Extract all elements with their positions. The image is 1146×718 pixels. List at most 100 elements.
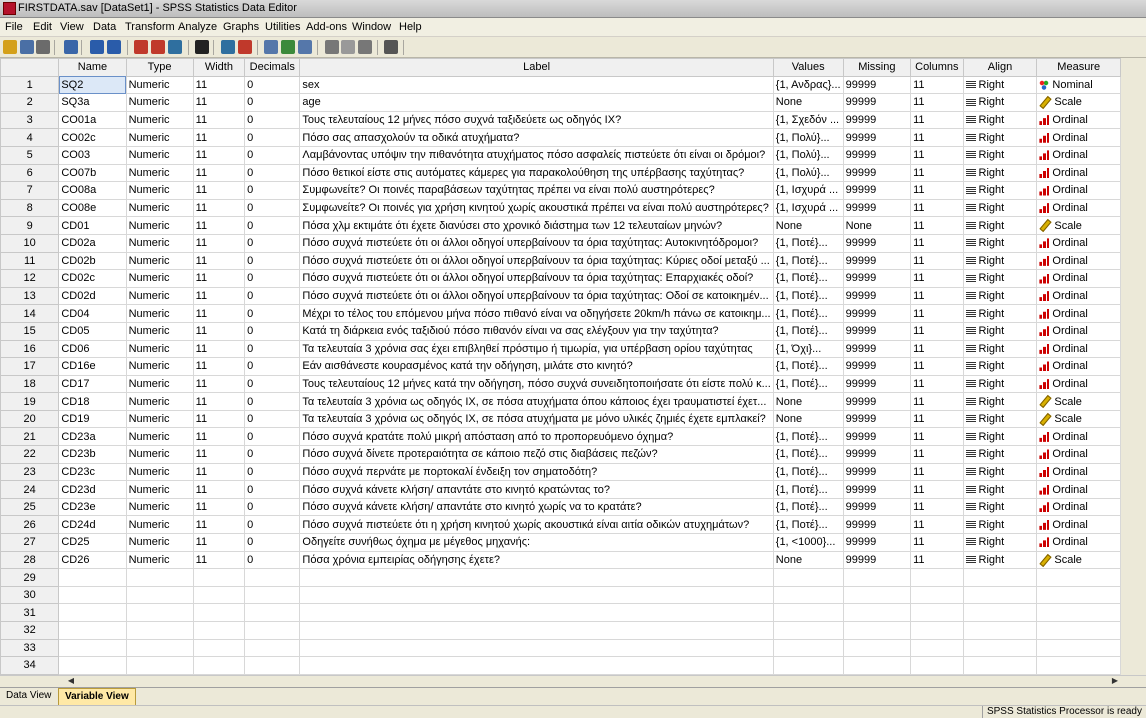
cell-decimals[interactable]: 0	[244, 304, 301, 323]
cell-name[interactable]: SQ3a	[58, 93, 127, 112]
cell-values[interactable]: None	[772, 550, 844, 570]
save-icon[interactable]	[20, 40, 34, 54]
cell-measure[interactable]: Ordinal	[1036, 304, 1121, 323]
cell-name[interactable]: CD02d	[58, 286, 127, 306]
empty-cell[interactable]	[58, 585, 127, 605]
cell-measure[interactable]: Scale	[1036, 409, 1121, 429]
row-header[interactable]: 30	[0, 585, 60, 605]
cell-columns[interactable]: 11	[910, 181, 964, 200]
cell-columns[interactable]: 11	[910, 357, 964, 376]
cell-width[interactable]: 11	[192, 304, 246, 323]
empty-cell[interactable]	[1036, 621, 1121, 640]
cell-align[interactable]: Right	[962, 480, 1038, 499]
cell-values[interactable]: None	[772, 93, 844, 112]
cell-type[interactable]: Numeric	[125, 251, 194, 271]
cell-align[interactable]: Right	[962, 374, 1038, 394]
empty-cell[interactable]	[910, 585, 964, 605]
cell-align[interactable]: Right	[962, 145, 1038, 165]
goto-case-icon[interactable]	[134, 40, 148, 54]
row-header[interactable]: 5	[0, 145, 60, 165]
cell-align[interactable]: Right	[962, 251, 1038, 271]
cell-align[interactable]: Right	[962, 181, 1038, 200]
cell-decimals[interactable]: 0	[244, 128, 301, 147]
cell-missing[interactable]: 99999	[842, 198, 912, 218]
cell-values[interactable]: None	[772, 216, 844, 235]
empty-cell[interactable]	[1036, 656, 1121, 675]
cell-type[interactable]: Numeric	[125, 198, 194, 218]
empty-cell[interactable]	[58, 603, 127, 622]
cell-values[interactable]: {1, Ποτέ}...	[772, 357, 844, 376]
cell-name[interactable]: CD05	[58, 321, 127, 341]
cell-measure[interactable]: Scale	[1036, 93, 1121, 112]
cell-decimals[interactable]: 0	[244, 321, 301, 341]
cell-columns[interactable]: 11	[910, 286, 964, 306]
cell-decimals[interactable]: 0	[244, 110, 301, 130]
row-header[interactable]: 29	[0, 568, 60, 587]
cell-align[interactable]: Right	[962, 75, 1038, 95]
menu-graphs[interactable]: Graphs	[223, 21, 259, 33]
column-header-name[interactable]: Name	[58, 58, 127, 77]
menu-file[interactable]: File	[5, 21, 23, 33]
cell-values[interactable]: {1, Ποτέ}...	[772, 304, 844, 323]
empty-cell[interactable]	[244, 656, 301, 675]
cell-align[interactable]: Right	[962, 198, 1038, 218]
cell-type[interactable]: Numeric	[125, 269, 194, 288]
insert-variable-icon[interactable]	[238, 40, 252, 54]
cell-decimals[interactable]: 0	[244, 93, 301, 112]
cell-decimals[interactable]: 0	[244, 409, 301, 429]
cell-width[interactable]: 11	[192, 145, 246, 165]
cell-align[interactable]: Right	[962, 128, 1038, 147]
row-header[interactable]: 14	[0, 304, 60, 323]
select-cases-icon[interactable]	[298, 40, 312, 54]
dialog-recall-icon[interactable]	[64, 40, 78, 54]
cell-missing[interactable]: 99999	[842, 110, 912, 130]
empty-cell[interactable]	[1036, 568, 1121, 587]
cell-label[interactable]: Τα τελευταία 3 χρόνια ως οδηγός IX, σε π…	[299, 392, 774, 411]
cell-measure[interactable]: Ordinal	[1036, 321, 1121, 341]
empty-cell[interactable]	[58, 638, 127, 658]
cell-label[interactable]: Πόσο συχνά πιστεύετε ότι η χρήση κινητού…	[299, 515, 774, 535]
cell-measure[interactable]: Ordinal	[1036, 339, 1121, 359]
cell-align[interactable]: Right	[962, 497, 1038, 517]
cell-align[interactable]: Right	[962, 462, 1038, 482]
cell-label[interactable]: Πόσο συχνά πιστεύετε ότι οι άλλοι οδηγοί…	[299, 286, 774, 306]
cell-measure[interactable]: Ordinal	[1036, 163, 1121, 183]
row-header[interactable]: 15	[0, 321, 60, 341]
cell-columns[interactable]: 11	[910, 198, 964, 218]
cell-name[interactable]: CD04	[58, 304, 127, 323]
cell-width[interactable]: 11	[192, 233, 246, 253]
cell-width[interactable]: 11	[192, 374, 246, 394]
cell-missing[interactable]: 99999	[842, 75, 912, 95]
cell-measure[interactable]: Ordinal	[1036, 286, 1121, 306]
cell-type[interactable]: Numeric	[125, 93, 194, 112]
cell-values[interactable]: {1, Πολύ}...	[772, 145, 844, 165]
cell-name[interactable]: CD24d	[58, 515, 127, 535]
cell-type[interactable]: Numeric	[125, 497, 194, 517]
spell-check-icon[interactable]	[384, 40, 398, 54]
cell-width[interactable]: 11	[192, 462, 246, 482]
cell-type[interactable]: Numeric	[125, 445, 194, 464]
cell-name[interactable]: CD02c	[58, 269, 127, 288]
cell-label[interactable]: Πόσα χρόνια εμπειρίας οδήγησης έχετε?	[299, 550, 774, 570]
row-header[interactable]: 16	[0, 339, 60, 359]
cell-align[interactable]: Right	[962, 286, 1038, 306]
cell-measure[interactable]: Ordinal	[1036, 145, 1121, 165]
cell-name[interactable]: CD23d	[58, 480, 127, 499]
empty-cell[interactable]	[1036, 638, 1121, 658]
empty-cell[interactable]	[299, 585, 774, 605]
cell-values[interactable]: {1, Ανδρας}...	[772, 75, 844, 95]
cell-width[interactable]: 11	[192, 181, 246, 200]
cell-name[interactable]: CD19	[58, 409, 127, 429]
empty-cell[interactable]	[299, 621, 774, 640]
empty-cell[interactable]	[299, 603, 774, 622]
empty-cell[interactable]	[772, 585, 844, 605]
cell-columns[interactable]: 11	[910, 533, 964, 552]
scroll-left-icon[interactable]: ◀	[66, 676, 76, 686]
column-header-align[interactable]: Align	[962, 58, 1038, 77]
cell-measure[interactable]: Ordinal	[1036, 515, 1121, 535]
empty-cell[interactable]	[772, 638, 844, 658]
cell-type[interactable]: Numeric	[125, 550, 194, 570]
cell-type[interactable]: Numeric	[125, 427, 194, 447]
row-header[interactable]: 13	[0, 286, 60, 306]
row-header[interactable]: 24	[0, 480, 60, 499]
